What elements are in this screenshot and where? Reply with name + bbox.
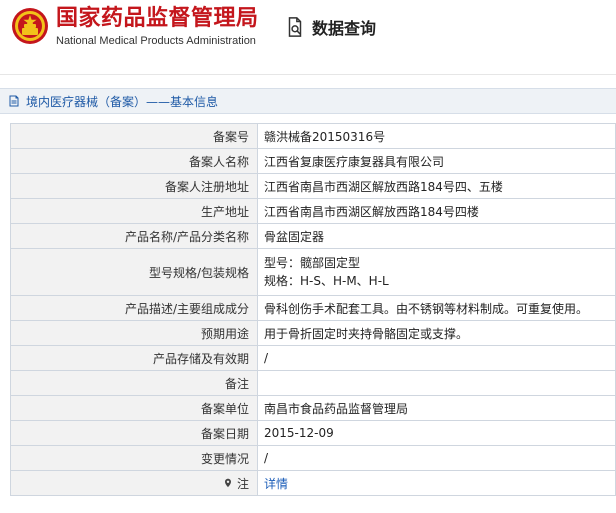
value-product-name: 骨盆固定器 — [257, 223, 616, 249]
table-row: 型号规格/包装规格 型号：髋部固定型 规格：H-S、H-M、H-L — [10, 248, 616, 296]
label-intended-use: 预期用途 — [10, 320, 258, 346]
label-filing-unit: 备案单位 — [10, 395, 258, 421]
table-row: 产品存储及有效期 / — [10, 345, 616, 371]
value-filer-address: 江西省南昌市西湖区解放西路184号四、五楼 — [257, 173, 616, 199]
label-filer-name: 备案人名称 — [10, 148, 258, 174]
table-row: 备案人注册地址 江西省南昌市西湖区解放西路184号四、五楼 — [10, 173, 616, 199]
table-row: 变更情况 / — [10, 445, 616, 471]
value-remarks — [257, 370, 616, 396]
national-emblem-icon — [12, 8, 48, 44]
label-production-address: 生产地址 — [10, 198, 258, 224]
label-filing-no: 备案号 — [10, 123, 258, 149]
value-intended-use: 用于骨折固定时夹持骨骼固定或支撑。 — [257, 320, 616, 346]
breadcrumb-text: 境内医疗器械（备案）——基本信息 — [26, 94, 219, 109]
label-change-status: 变更情况 — [10, 445, 258, 471]
table-row: 备案人名称 江西省复康医疗康复器具有限公司 — [10, 148, 616, 174]
value-description: 骨科创伤手术配套工具。由不锈钢等材料制成。可重复使用。 — [257, 295, 616, 321]
note-label: 注 — [236, 476, 249, 491]
value-note: 详情 — [257, 470, 616, 496]
table-row: 产品描述/主要组成成分 骨科创伤手术配套工具。由不锈钢等材料制成。可重复使用。 — [10, 295, 616, 321]
value-filing-date: 2015-12-09 — [257, 420, 616, 446]
table-row: 备案单位 南昌市食品药品监督管理局 — [10, 395, 616, 421]
value-storage-validity: / — [257, 345, 616, 371]
value-filing-unit: 南昌市食品药品监督管理局 — [257, 395, 616, 421]
table-row: 生产地址 江西省南昌市西湖区解放西路184号四楼 — [10, 198, 616, 224]
brand-block: 国家药品监督管理局 National Medical Products Admi… — [56, 6, 276, 47]
value-change-status: / — [257, 445, 616, 471]
label-note: 注 — [10, 470, 258, 496]
value-production-address: 江西省南昌市西湖区解放西路184号四楼 — [257, 198, 616, 224]
label-filing-date: 备案日期 — [10, 420, 258, 446]
table-row: 产品名称/产品分类名称 骨盆固定器 — [10, 223, 616, 249]
label-description: 产品描述/主要组成成分 — [10, 295, 258, 321]
model-line: 型号：髋部固定型 — [264, 256, 361, 270]
details-link[interactable]: 详情 — [264, 477, 288, 491]
record-table: 备案号 赣洪械备20150316号 备案人名称 江西省复康医疗康复器具有限公司 … — [10, 123, 616, 508]
brand-title-zh: 国家药品监督管理局 — [56, 6, 259, 31]
table-row: 备注 — [10, 370, 616, 396]
spec-line: 规格：H-S、H-M、H-L — [264, 274, 389, 288]
note-label-wrap: 注 — [17, 475, 249, 492]
device-info-table: 备案号 赣洪械备20150316号 备案人名称 江西省复康医疗康复器具有限公司 … — [10, 123, 616, 496]
document-icon — [9, 95, 19, 107]
label-filer-address: 备案人注册地址 — [10, 173, 258, 199]
table-row: 备案日期 2015-12-09 — [10, 420, 616, 446]
breadcrumb-bar: 境内医疗器械（备案）——基本信息 — [0, 88, 616, 114]
top-header: 国家药品监督管理局 National Medical Products Admi… — [0, 0, 616, 75]
label-model-spec: 型号规格/包装规格 — [10, 248, 258, 296]
label-remarks: 备注 — [10, 370, 258, 396]
label-product-name: 产品名称/产品分类名称 — [10, 223, 258, 249]
search-doc-icon — [288, 17, 302, 37]
value-model-spec: 型号：髋部固定型 规格：H-S、H-M、H-L — [257, 248, 616, 296]
value-filing-no: 赣洪械备20150316号 — [257, 123, 616, 149]
query-title: 数据查询 — [312, 19, 377, 38]
value-filer-name: 江西省复康医疗康复器具有限公司 — [257, 148, 616, 174]
query-title-area: 数据查询 — [284, 15, 376, 39]
pin-icon — [224, 478, 231, 488]
brand-title-en: National Medical Products Administration — [56, 35, 256, 47]
table-row: 预期用途 用于骨折固定时夹持骨骼固定或支撑。 — [10, 320, 616, 346]
table-row: 注 详情 — [10, 470, 616, 496]
label-storage-validity: 产品存储及有效期 — [10, 345, 258, 371]
table-row: 备案号 赣洪械备20150316号 — [10, 123, 616, 149]
